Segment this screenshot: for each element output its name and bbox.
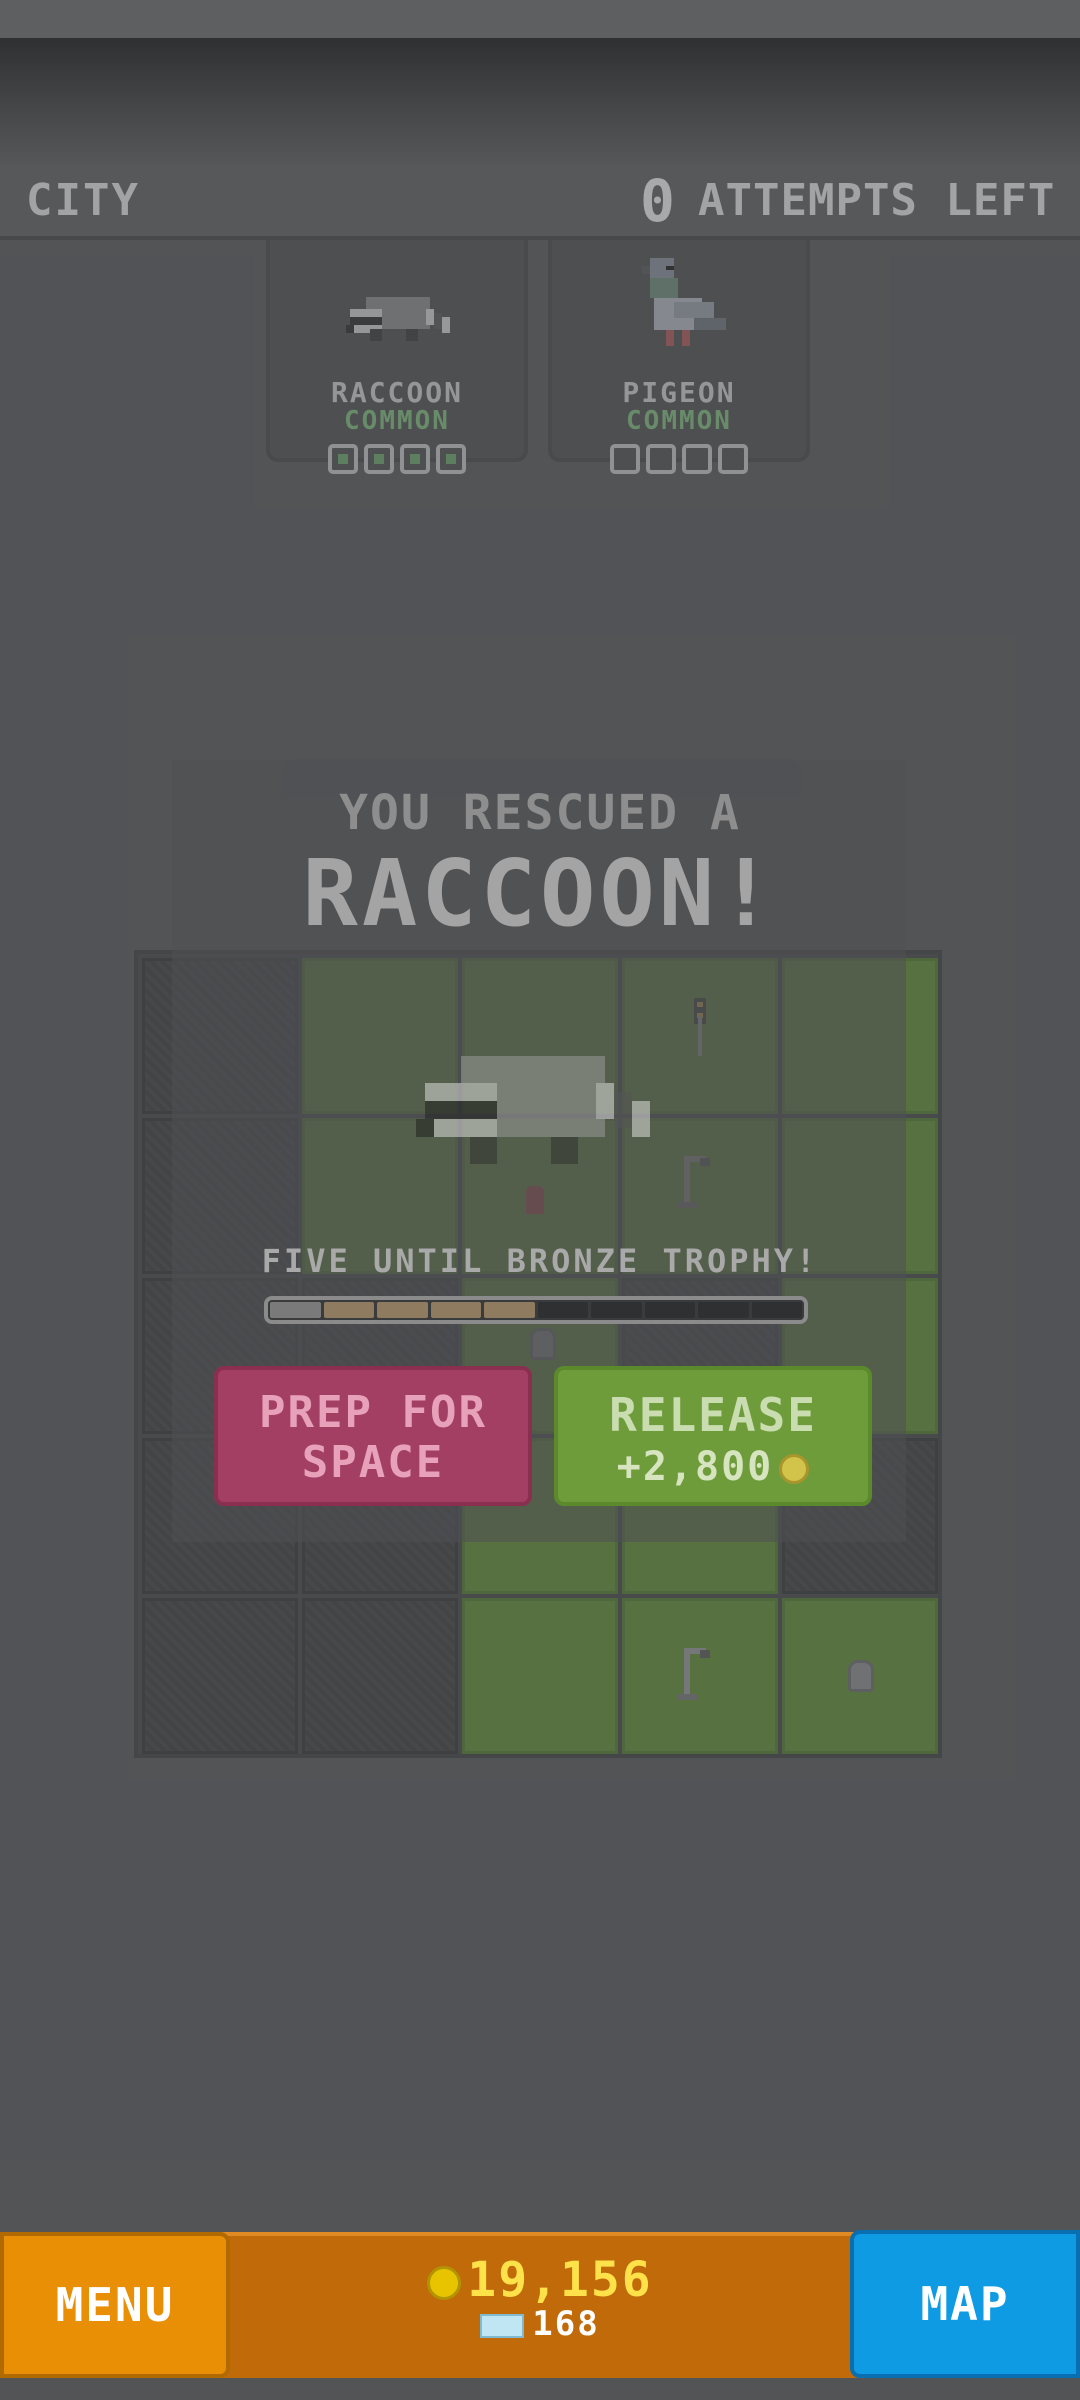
progress-segment <box>270 1302 321 1318</box>
progress-segment <box>644 1302 695 1318</box>
prep-button-line: SPACE <box>301 1437 445 1488</box>
gem-count: 168 <box>532 2304 600 2344</box>
rescued-animal-name: RACCOON! <box>302 840 778 947</box>
prep-for-space-button[interactable]: PREP FOR SPACE <box>214 1366 532 1506</box>
progress-segment <box>537 1302 588 1318</box>
trophy-message: FIVE UNTIL BRONZE TROPHY! <box>261 1242 819 1280</box>
release-label: RELEASE <box>609 1388 817 1442</box>
release-reward-value: +2,800 <box>616 1444 774 1490</box>
progress-segment <box>751 1302 802 1318</box>
coin-icon <box>427 2266 462 2300</box>
coin-count: 19,156 <box>467 2252 653 2308</box>
progress-segment <box>430 1302 481 1318</box>
release-button[interactable]: RELEASE +2,800 <box>554 1366 872 1506</box>
dialog-headline: YOU RESCUED A <box>339 785 741 841</box>
progress-segment <box>377 1302 428 1318</box>
progress-segment <box>698 1302 749 1318</box>
map-button[interactable]: MAP <box>850 2230 1080 2378</box>
coin-icon <box>779 1454 810 1484</box>
progress-segment <box>591 1302 642 1318</box>
gem-icon <box>480 2313 525 2338</box>
progress-segment <box>323 1302 374 1318</box>
release-reward: +2,800 <box>558 1444 868 1490</box>
progress-segment <box>484 1302 535 1318</box>
trophy-progress-bar <box>264 1296 808 1324</box>
bottom-strip <box>0 2378 1080 2400</box>
prep-button-line: PREP FOR <box>259 1387 487 1438</box>
raccoon-icon <box>416 1056 650 1164</box>
